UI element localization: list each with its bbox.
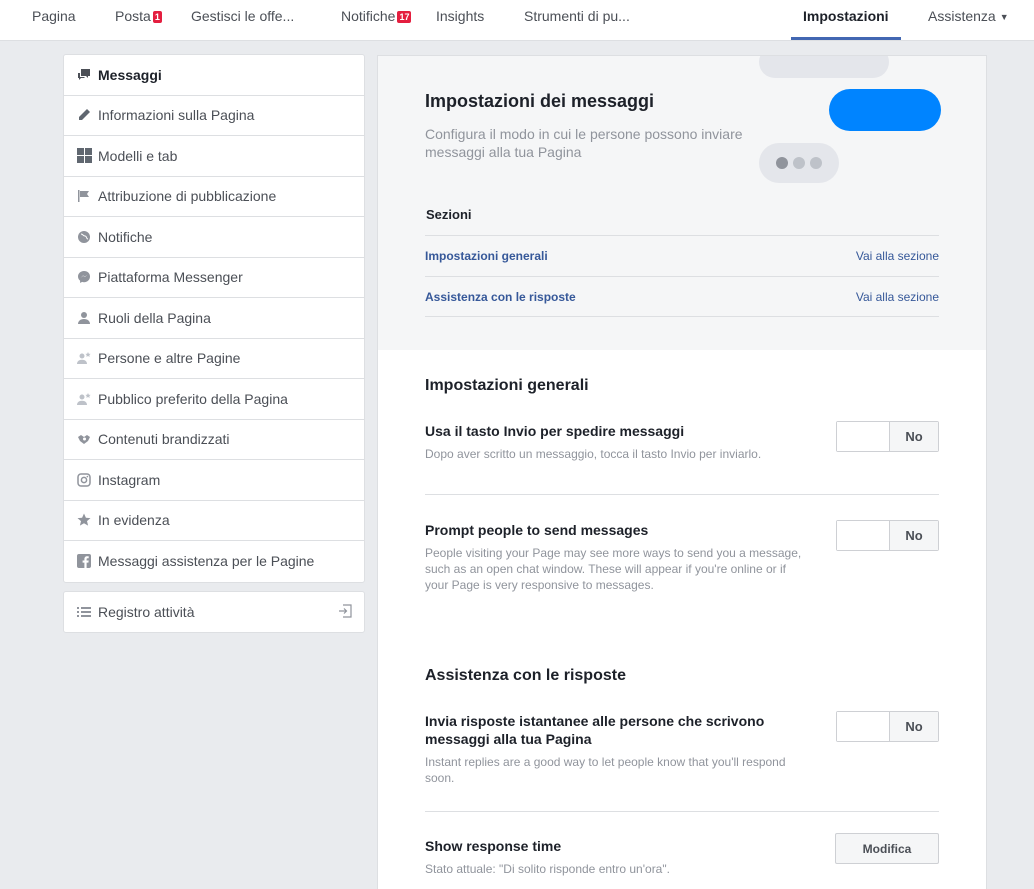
divider xyxy=(425,811,939,812)
setting-instant-replies: Invia risposte istantanee alle persone c… xyxy=(425,711,939,786)
section-title-impostazioni-generali: Impostazioni generali xyxy=(425,377,589,394)
page-title: Impostazioni dei messaggi xyxy=(425,91,655,111)
divider xyxy=(425,494,939,495)
grid-icon xyxy=(76,148,92,164)
section-row-assistenza-risposte: Assistenza con le risposte Vai alla sezi… xyxy=(425,276,939,317)
sidebar-item-instagram[interactable]: Instagram xyxy=(64,460,364,501)
sidebar-item-notifiche[interactable]: Notifiche xyxy=(64,217,364,258)
sidebar-item-informazioni[interactable]: Informazioni sulla Pagina xyxy=(64,96,364,136)
tab-gestisci-offerte[interactable]: Gestisci le offe... xyxy=(191,0,294,40)
sidebar-item-messaggi[interactable]: Messaggi xyxy=(64,55,364,96)
caret-down-icon: ▼ xyxy=(999,12,1009,22)
go-to-section-link[interactable]: Vai alla sezione xyxy=(856,290,939,304)
typing-indicator-illustration xyxy=(759,143,839,183)
setting-label: Prompt people to send messages xyxy=(425,522,649,538)
messenger-icon xyxy=(76,269,92,285)
tab-impostazioni[interactable]: Impostazioni xyxy=(791,0,901,40)
top-navigation: Pagina Posta 1 Gestisci le offe... Notifi… xyxy=(0,0,1034,41)
facebook-icon xyxy=(76,553,92,569)
person-icon xyxy=(76,310,92,326)
sections-heading: Sezioni xyxy=(426,207,472,222)
setting-prompt-people: Prompt people to send messages People vi… xyxy=(425,520,939,593)
toggle-state: No xyxy=(890,521,938,550)
prompt-people-toggle[interactable]: No xyxy=(836,520,939,551)
setting-description: People visiting your Page may see more w… xyxy=(425,546,802,592)
setting-label: Show response time xyxy=(425,838,562,854)
tab-posta[interactable]: Posta 1 xyxy=(115,0,162,40)
enter-to-send-toggle[interactable]: No xyxy=(836,421,939,452)
sidebar-item-persone[interactable]: Persone e altre Pagine xyxy=(64,339,364,379)
typing-dot xyxy=(810,157,822,169)
typing-dot xyxy=(793,157,805,169)
list-icon xyxy=(76,604,92,620)
settings-sidebar: Messaggi Informazioni sulla Pagina Model… xyxy=(63,54,365,583)
section-name[interactable]: Assistenza con le risposte xyxy=(425,290,576,304)
sidebar-item-attribuzione[interactable]: Attribuzione di pubblicazione xyxy=(64,177,364,217)
section-title-assistenza-risposte: Assistenza con le risposte xyxy=(425,667,626,684)
tab-insights[interactable]: Insights xyxy=(436,0,484,40)
toggle-state: No xyxy=(890,422,938,451)
flag-icon xyxy=(76,188,92,204)
sidebar-item-contenuti-brandizzati[interactable]: Contenuti brandizzati xyxy=(64,420,364,460)
handshake-icon xyxy=(76,431,92,447)
setting-description: Stato attuale: "Di solito risponde entro… xyxy=(425,862,670,876)
notification-badge: 1 xyxy=(152,11,162,23)
setting-description: Dopo aver scritto un messaggio, tocca il… xyxy=(425,447,762,461)
person-star-icon xyxy=(76,391,92,407)
settings-header: Impostazioni dei messaggi Configura il m… xyxy=(378,56,986,350)
sidebar-item-messenger[interactable]: Piattaforma Messenger xyxy=(64,258,364,298)
activity-log-link[interactable]: Registro attività xyxy=(63,591,365,633)
page-subtitle: Configura il modo in cui le persone poss… xyxy=(425,126,743,160)
go-to-section-link[interactable]: Vai alla sezione xyxy=(856,249,939,263)
sidebar-item-in-evidenza[interactable]: In evidenza xyxy=(64,501,364,541)
tab-notifiche[interactable]: Notifiche 17 xyxy=(341,0,412,40)
setting-response-time: Show response time Stato attuale: "Di so… xyxy=(425,833,939,877)
chat-bubble-illustration xyxy=(759,56,889,78)
globe-icon xyxy=(76,229,92,245)
setting-description: Instant replies are a good way to let pe… xyxy=(425,755,786,785)
tab-pagina[interactable]: Pagina xyxy=(32,0,76,40)
instagram-icon xyxy=(76,472,92,488)
edit-response-time-button[interactable]: Modifica xyxy=(835,833,939,864)
sidebar-item-ruoli[interactable]: Ruoli della Pagina xyxy=(64,298,364,339)
tab-assistenza[interactable]: Assistenza ▼ xyxy=(928,0,1009,40)
exit-arrow-icon xyxy=(338,604,352,621)
notification-badge: 17 xyxy=(397,11,412,23)
message-settings-panel: Impostazioni dei messaggi Configura il m… xyxy=(377,55,987,889)
section-name[interactable]: Impostazioni generali xyxy=(425,249,548,263)
person-star-icon xyxy=(76,350,92,366)
setting-enter-to-send: Usa il tasto Invio per spedire messaggi … xyxy=(425,421,939,462)
typing-dot xyxy=(776,157,788,169)
star-icon xyxy=(76,512,92,528)
chat-bubble-illustration xyxy=(829,89,941,131)
sidebar-item-pubblico-preferito[interactable]: Pubblico preferito della Pagina xyxy=(64,379,364,420)
divider xyxy=(425,316,939,317)
section-row-impostazioni-generali: Impostazioni generali Vai alla sezione xyxy=(425,235,939,276)
instant-replies-toggle[interactable]: No xyxy=(836,711,939,742)
tab-strumenti-pubblicazione[interactable]: Strumenti di pu... xyxy=(524,0,630,40)
setting-label: Invia risposte istantanee alle persone c… xyxy=(425,713,765,747)
toggle-state: No xyxy=(890,712,938,741)
sidebar-item-modelli[interactable]: Modelli e tab xyxy=(64,136,364,177)
pencil-icon xyxy=(76,107,92,123)
setting-label: Usa il tasto Invio per spedire messaggi xyxy=(425,423,685,439)
sidebar-item-messaggi-assistenza[interactable]: Messaggi assistenza per le Pagine xyxy=(64,541,364,582)
messages-icon xyxy=(76,67,92,83)
